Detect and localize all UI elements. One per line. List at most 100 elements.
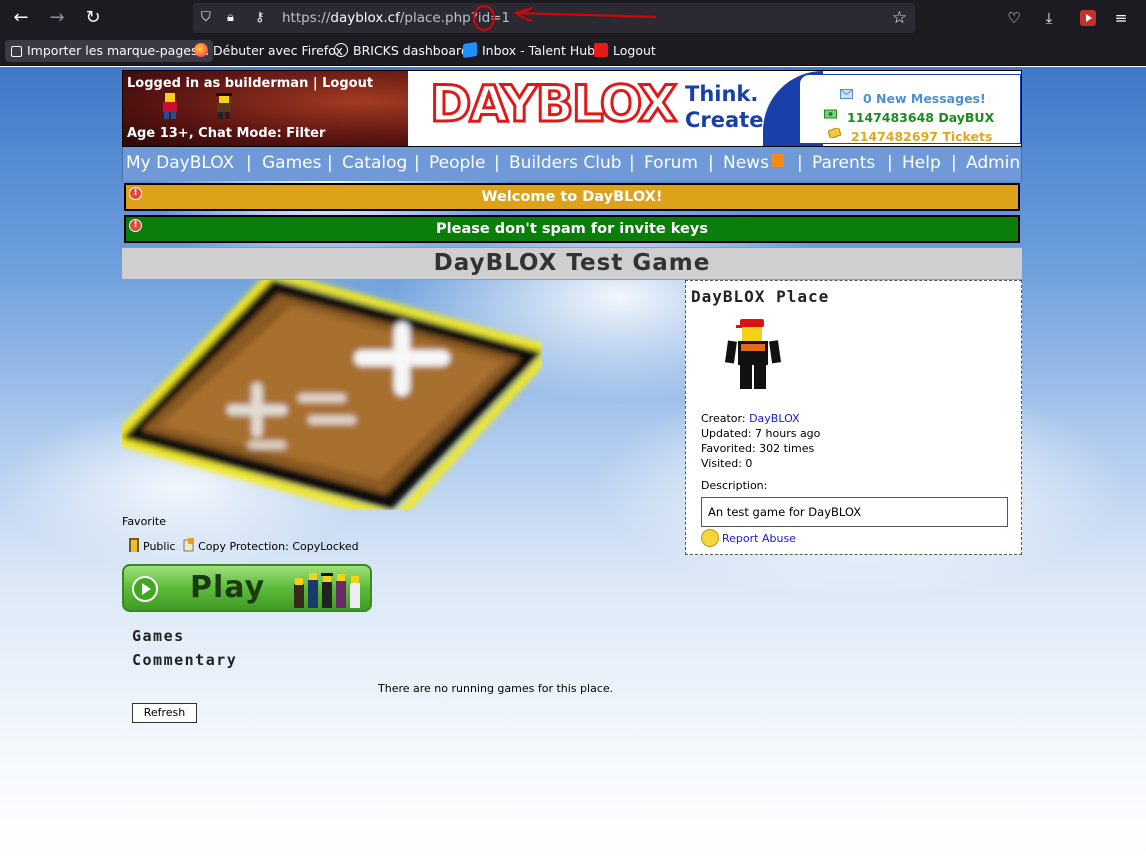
login-status[interactable]: Logged in as builderman | Logout bbox=[127, 76, 373, 91]
bookmark-label: Débuter avec Firefox bbox=[213, 43, 343, 58]
no-games-message: There are no running games for this plac… bbox=[378, 682, 614, 695]
url-text[interactable]: https://dayblox.cf/place.php?id=1 bbox=[282, 10, 510, 26]
players-group-icon bbox=[294, 573, 360, 608]
description-label: Description: bbox=[701, 479, 768, 492]
nav-admin[interactable]: Admin bbox=[966, 153, 1020, 173]
creator-avatar[interactable] bbox=[722, 315, 788, 395]
report-face-icon bbox=[701, 529, 719, 547]
nav-people[interactable]: People bbox=[429, 153, 485, 173]
url-bar[interactable]: ⛉ 🔒︎ ⚷ https://dayblox.cf/place.php?id=1… bbox=[193, 3, 915, 33]
place-badges: Public Copy Protection: CopyLocked bbox=[128, 538, 359, 553]
menu-icon[interactable]: ≡ bbox=[1108, 6, 1134, 30]
report-abuse-label: Report Abuse bbox=[722, 532, 796, 545]
nav-separator: | bbox=[887, 153, 893, 173]
windows-icon bbox=[463, 42, 477, 58]
copy-protection: Copy Protection: CopyLocked bbox=[198, 540, 359, 553]
pocket-icon[interactable]: ♡ bbox=[1001, 6, 1027, 30]
shield-icon[interactable]: ⛉ bbox=[201, 10, 211, 26]
report-abuse-link[interactable]: Report Abuse bbox=[701, 529, 796, 547]
site-header: Logged in as builderman | Logout Age 13+… bbox=[122, 70, 1022, 147]
nav-separator: | bbox=[494, 153, 500, 173]
nav-separator: | bbox=[797, 153, 803, 173]
tagline-create: Create. bbox=[685, 108, 772, 132]
description-box: An test game for DayBLOX bbox=[701, 497, 1008, 527]
bookmark-label: Logout bbox=[613, 43, 656, 58]
nav-separator: | bbox=[951, 153, 957, 173]
url-host: dayblox.cf bbox=[330, 10, 400, 26]
nav-forum[interactable]: Forum bbox=[644, 153, 698, 173]
nav-news-label: News bbox=[723, 153, 769, 173]
warning-icon: ! bbox=[129, 187, 142, 200]
nav-help[interactable]: Help bbox=[902, 153, 941, 173]
nav-parents[interactable]: Parents bbox=[812, 153, 875, 173]
creator-label: Creator: bbox=[701, 412, 746, 425]
daybux-balance[interactable]: 1147483648 DayBUX bbox=[847, 110, 994, 125]
nav-games[interactable]: Games bbox=[262, 153, 321, 173]
creator-link[interactable]: DayBLOX bbox=[749, 412, 800, 425]
tickets-balance[interactable]: 2147482697 Tickets bbox=[851, 129, 992, 144]
account-stats: 0 New Messages! 1147483648 DayBUX 214748… bbox=[799, 74, 1021, 144]
spam-alert: ! Please don't spam for invite keys bbox=[124, 215, 1020, 243]
forward-icon[interactable]: → bbox=[44, 6, 70, 30]
permissions-icon[interactable]: ⚷ bbox=[255, 10, 265, 26]
bookmark-import[interactable]: Importer les marque-pages... bbox=[5, 40, 214, 62]
nav-my-dayblox[interactable]: My DayBLOX bbox=[126, 153, 234, 173]
refresh-button[interactable]: Refresh bbox=[132, 703, 197, 723]
place-title: DayBLOX Test Game bbox=[122, 247, 1022, 280]
bookmark-inbox[interactable]: Inbox - Talent Hub bbox=[463, 40, 595, 62]
bookmark-logout[interactable]: Logout bbox=[594, 40, 656, 62]
bookmarks-bar: Importer les marque-pages... Débuter ave… bbox=[0, 36, 1146, 66]
back-icon[interactable]: ← bbox=[8, 6, 34, 30]
bookmark-bricks[interactable]: BRICKS dashboard bbox=[334, 40, 469, 62]
tab-games[interactable]: Games bbox=[132, 627, 185, 645]
bookmark-label: BRICKS dashboard bbox=[353, 43, 469, 58]
nav-separator: | bbox=[246, 153, 252, 173]
url-prefix: https:// bbox=[282, 10, 331, 26]
nav-separator: | bbox=[708, 153, 714, 173]
download-icon[interactable]: ⤓ bbox=[1036, 6, 1062, 30]
nav-news[interactable]: News bbox=[723, 153, 784, 173]
logo-area[interactable]: DAYBLOX Think. Create. bbox=[408, 71, 801, 146]
copy-lock-icon bbox=[183, 538, 195, 552]
bookmark-label: Inbox - Talent Hub bbox=[482, 43, 596, 58]
new-messages-link[interactable]: 0 New Messages! bbox=[863, 91, 986, 106]
bookmark-label: Importer les marque-pages... bbox=[27, 43, 210, 58]
firefox-icon bbox=[194, 43, 208, 57]
nav-separator: | bbox=[327, 153, 333, 173]
figure-icon bbox=[216, 93, 232, 119]
play-button[interactable]: Play bbox=[122, 564, 372, 612]
spam-alert-text: Please don't spam for invite keys bbox=[436, 221, 708, 237]
main-nav: My DayBLOX | Games | Catalog | People | … bbox=[122, 147, 1022, 181]
door-icon bbox=[129, 538, 139, 552]
visited-info: Visited: 0 bbox=[701, 457, 753, 470]
rss-icon[interactable] bbox=[770, 154, 784, 167]
nav-separator: | bbox=[414, 153, 420, 173]
youtube-extension-icon[interactable] bbox=[1080, 10, 1096, 26]
access-public: Public bbox=[143, 540, 176, 553]
money-icon bbox=[824, 109, 837, 119]
nav-catalog[interactable]: Catalog bbox=[342, 153, 407, 173]
tagline-think: Think. bbox=[685, 82, 759, 106]
nav-builders-club[interactable]: Builders Club bbox=[509, 153, 622, 173]
dayblox-d-icon bbox=[594, 43, 608, 57]
favorite-label[interactable]: Favorite bbox=[122, 515, 166, 528]
tab-commentary[interactable]: Commentary bbox=[132, 651, 237, 669]
header-banner: Logged in as builderman | Logout Age 13+… bbox=[123, 71, 408, 146]
figure-icon bbox=[163, 93, 177, 119]
reload-icon[interactable]: ↻ bbox=[80, 6, 106, 30]
place-info-panel: DayBLOX Place Creator: DayBLOX Updated: … bbox=[685, 280, 1022, 555]
site-logo[interactable]: DAYBLOX bbox=[428, 74, 678, 135]
warning-icon: ! bbox=[129, 219, 142, 232]
envelope-icon bbox=[840, 89, 853, 99]
page-viewport: Logged in as builderman | Logout Age 13+… bbox=[0, 67, 1146, 857]
play-icon bbox=[132, 576, 158, 602]
lock-icon[interactable]: 🔒︎ bbox=[227, 10, 234, 26]
ticket-icon bbox=[828, 128, 841, 138]
age-chat-mode: Age 13+, Chat Mode: Filter bbox=[127, 126, 326, 141]
bookmark-star-icon[interactable]: ☆ bbox=[892, 8, 907, 28]
browser-toolbar: ← → ↻ ⛉ 🔒︎ ⚷ https://dayblox.cf/place.ph… bbox=[0, 0, 1146, 36]
url-id: 1 bbox=[501, 10, 511, 26]
welcome-alert-text: Welcome to DayBLOX! bbox=[481, 189, 663, 205]
bookmark-firefox[interactable]: Débuter avec Firefox bbox=[194, 40, 343, 62]
play-label: Play bbox=[190, 570, 266, 605]
